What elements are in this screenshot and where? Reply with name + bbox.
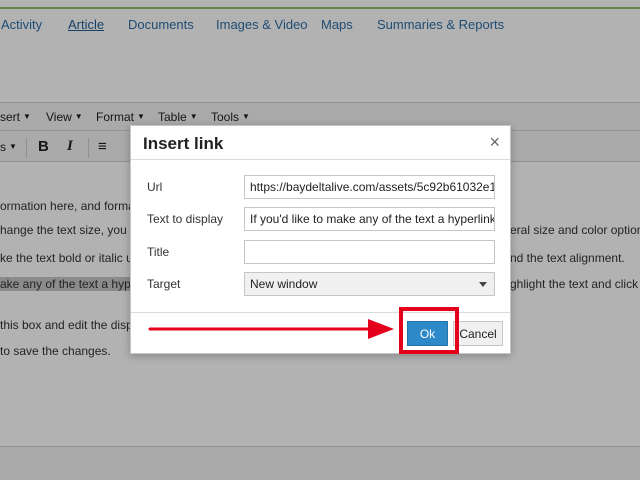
text-to-display-label: Text to display <box>147 212 224 226</box>
close-icon[interactable]: × <box>489 132 500 153</box>
title-input[interactable] <box>244 240 495 264</box>
text-to-display-input[interactable]: If you'd like to make any of the text a … <box>244 207 495 231</box>
dialog-title: Insert link <box>143 134 224 153</box>
annotation-arrow-icon <box>148 319 394 339</box>
dialog-header: Insert link × <box>131 126 510 160</box>
url-label: Url <box>147 180 163 194</box>
target-row: Target New window <box>131 272 510 296</box>
url-input[interactable]: https://baydeltalive.com/assets/5c92b610… <box>244 175 495 199</box>
annotation-highlight-box <box>399 307 459 354</box>
target-select-value: New window <box>250 277 318 291</box>
target-select[interactable]: New window <box>244 272 495 296</box>
title-row: Title <box>131 240 510 264</box>
cancel-button[interactable]: Cancel <box>453 321 503 346</box>
url-row: Url https://baydeltalive.com/assets/5c92… <box>131 175 510 199</box>
title-label: Title <box>147 245 170 259</box>
chevron-down-icon <box>479 282 487 287</box>
target-label: Target <box>147 277 181 291</box>
dialog-body: Url https://baydeltalive.com/assets/5c92… <box>131 160 510 312</box>
text-to-display-row: Text to display If you'd like to make an… <box>131 207 510 231</box>
